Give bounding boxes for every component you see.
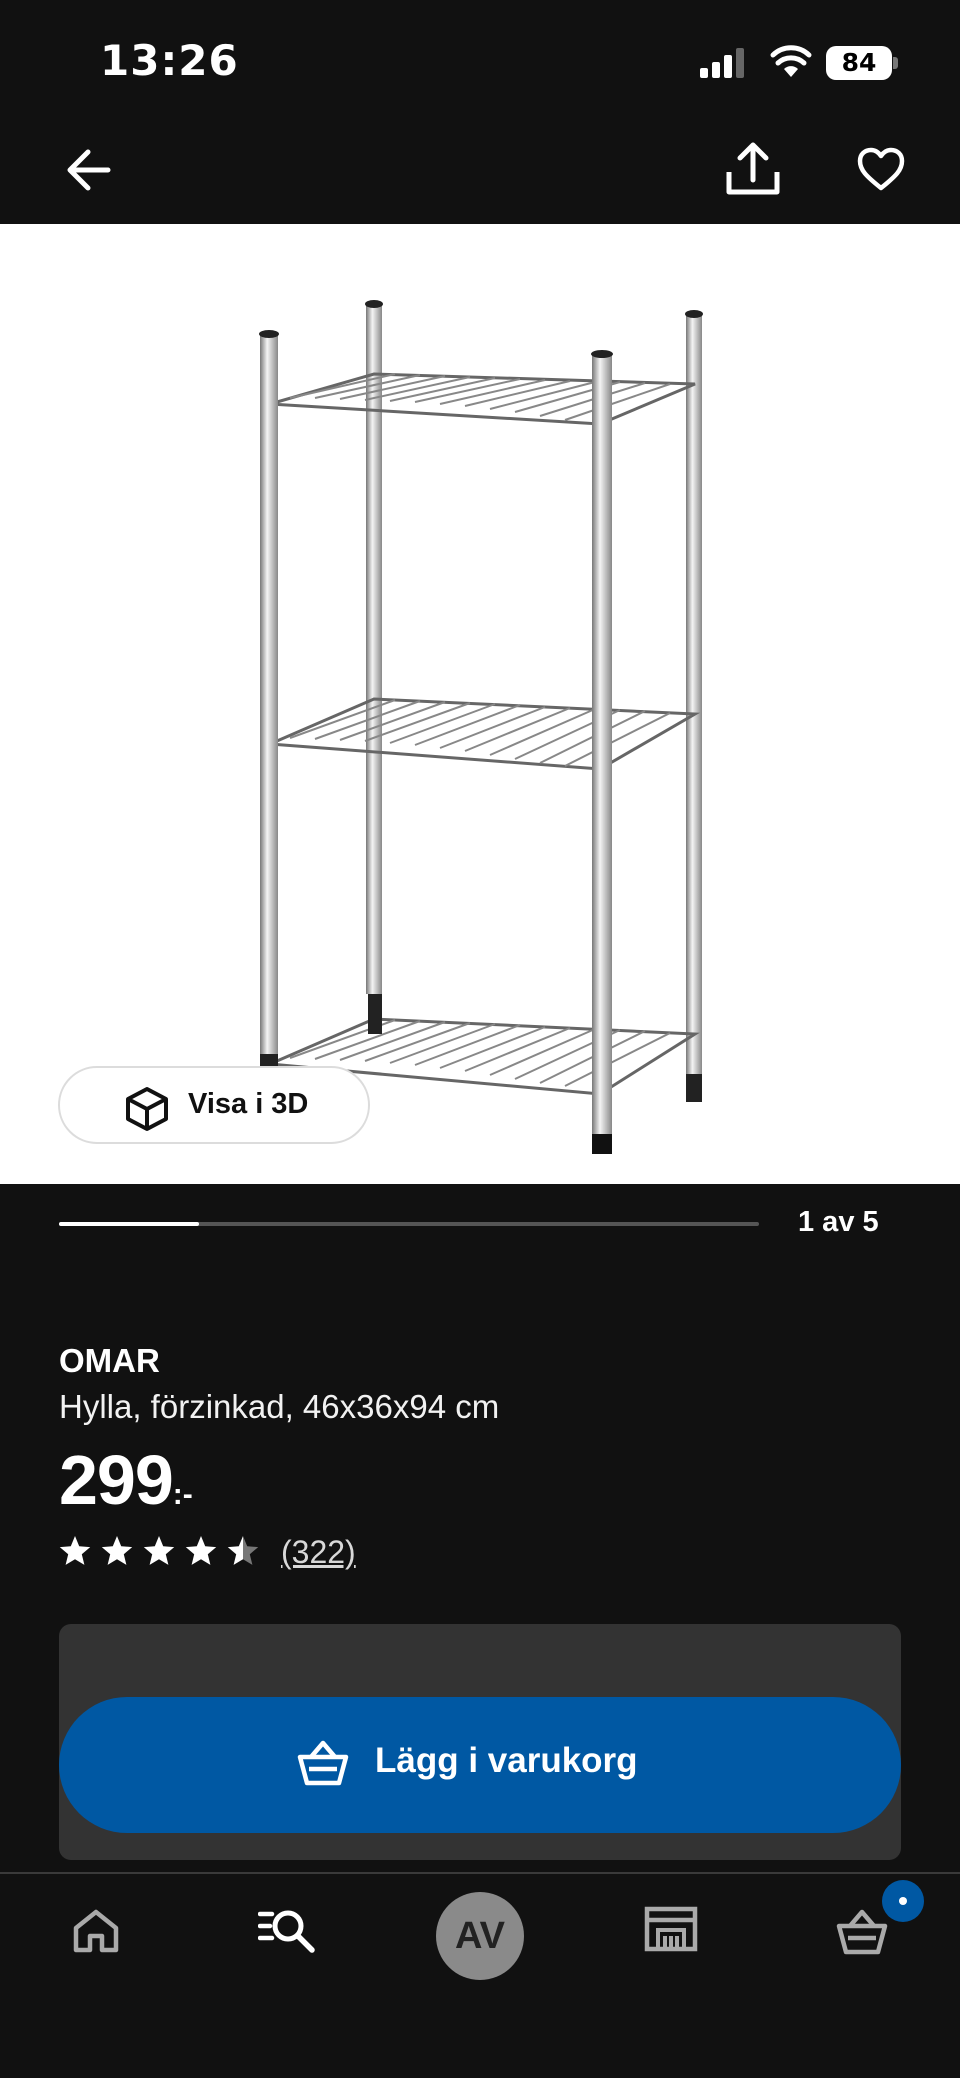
star-icon xyxy=(227,1536,259,1565)
carousel-progress-fill xyxy=(59,1222,199,1226)
price-integer: 299 xyxy=(59,1441,174,1519)
add-to-cart-button[interactable]: Lägg i varukorg xyxy=(59,1697,901,1833)
battery-tip xyxy=(893,57,898,69)
star-icon xyxy=(143,1536,175,1565)
status-time: 13:26 xyxy=(100,36,239,85)
view-3d-label: Visa i 3D xyxy=(188,1088,309,1120)
product-price: 299:- xyxy=(59,1440,193,1520)
carousel-pager: 1 av 5 xyxy=(798,1206,879,1238)
product-description: Hylla, förzinkad, 46x36x94 cm xyxy=(59,1388,500,1425)
product-image[interactable] xyxy=(0,224,960,1184)
battery-icon: 84 xyxy=(826,46,892,80)
star-icon xyxy=(185,1536,217,1565)
cart-icon[interactable] xyxy=(836,1908,888,1956)
star-icon xyxy=(59,1536,91,1565)
add-to-cart-label: Lägg i varukorg xyxy=(375,1741,638,1780)
rating-stars xyxy=(59,1536,259,1565)
wifi-icon xyxy=(770,45,812,77)
cube-3d-icon xyxy=(126,1087,168,1131)
product-name: OMAR xyxy=(59,1342,160,1379)
carousel-progress xyxy=(59,1222,759,1226)
home-icon[interactable] xyxy=(72,1908,120,1954)
cart-badge xyxy=(882,1880,924,1922)
share-icon[interactable] xyxy=(724,140,782,198)
star-icon xyxy=(101,1536,133,1565)
price-suffix: :- xyxy=(172,1478,193,1511)
view-3d-button[interactable]: Visa i 3D xyxy=(58,1066,370,1144)
profile-avatar[interactable]: AV xyxy=(436,1892,524,1980)
review-count-link[interactable]: (322) xyxy=(281,1534,356,1571)
shelf-product-illustration xyxy=(259,300,703,1154)
cart-badge-dot xyxy=(899,1897,907,1905)
signal-icon xyxy=(700,48,744,78)
search-icon[interactable] xyxy=(258,1904,318,1954)
bottom-nav-divider xyxy=(0,1872,960,1874)
basket-icon xyxy=(297,1740,349,1786)
status-bar: 13:26 84 xyxy=(0,0,960,120)
store-icon[interactable] xyxy=(644,1906,698,1952)
back-arrow-icon[interactable] xyxy=(62,146,114,194)
heart-icon[interactable] xyxy=(856,146,906,192)
